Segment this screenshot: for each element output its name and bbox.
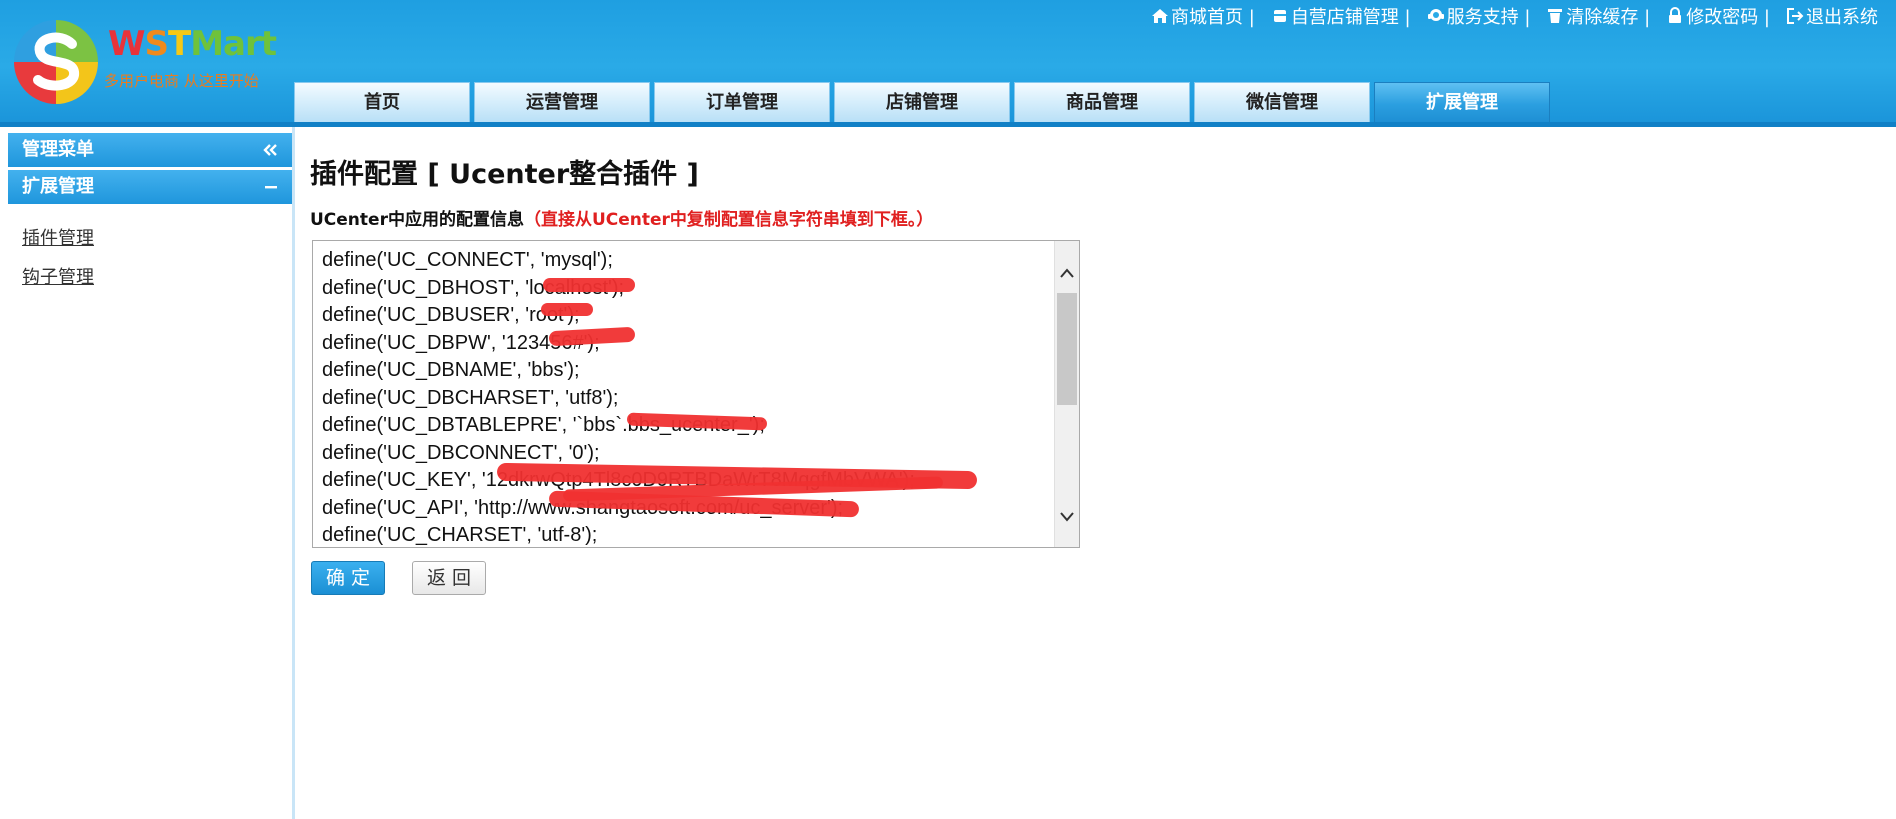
redaction-mark (541, 303, 593, 316)
support-link[interactable]: 服务支持 | (1427, 3, 1530, 29)
tab-extensions[interactable]: 扩展管理 (1374, 82, 1550, 122)
brand-slogan: 多用户电商 从这里开始 (104, 72, 259, 90)
store-icon (1273, 10, 1286, 22)
config-line: define('UC_DBUSER', 'root'); (322, 304, 580, 326)
sidebar-item-plugin-management[interactable]: 插件管理 (22, 224, 94, 250)
home-icon (1152, 9, 1169, 23)
scroll-up-icon[interactable] (1055, 259, 1079, 287)
sidebar: 管理菜单 扩展管理 插件管理 钩子管理 (0, 127, 295, 819)
minus-icon[interactable] (264, 170, 278, 204)
logout-link[interactable]: 退出系统 (1786, 3, 1878, 29)
tab-orders[interactable]: 订单管理 (654, 82, 830, 122)
tab-products[interactable]: 商品管理 (1014, 82, 1190, 122)
tab-operations[interactable]: 运营管理 (474, 82, 650, 122)
back-button[interactable]: 返回 (412, 561, 486, 595)
scrollbar-thumb[interactable] (1057, 293, 1077, 405)
config-line: define('UC_CHARSET', 'utf-8'); (322, 524, 598, 546)
textarea-scrollbar[interactable] (1054, 241, 1079, 547)
config-line: define('UC_DBCONNECT', '0'); (322, 441, 600, 464)
main-nav: 首页 运营管理 订单管理 店铺管理 商品管理 微信管理 扩展管理 (294, 82, 1554, 122)
config-line: define('UC_CONNECT', 'mysql'); (322, 249, 613, 271)
tab-wechat[interactable]: 微信管理 (1194, 82, 1370, 122)
lock-icon (1669, 7, 1682, 23)
tab-stores[interactable]: 店铺管理 (834, 82, 1010, 122)
trash-icon (1548, 9, 1563, 23)
sidebar-menu-title: 管理菜单 (22, 139, 94, 160)
config-line: define('UC_DBNAME', 'bbs'); (322, 359, 580, 381)
home-link[interactable]: 商城首页 | (1151, 3, 1255, 29)
header-bar: WSTMart 多用户电商 从这里开始 商城首页 | 自营店铺管理 | 服务支持… (0, 0, 1896, 122)
page-title: 插件配置 [ Ucenter整合插件 ] (310, 159, 699, 190)
config-label-text: UCenter中应用的配置信息 (310, 210, 524, 230)
sidebar-item-hook-management[interactable]: 钩子管理 (22, 263, 94, 289)
config-hint: （直接从UCenter中复制配置信息字符串填到下框。） (523, 210, 934, 230)
self-store-link[interactable]: 自营店铺管理 | (1271, 3, 1411, 29)
clear-cache-link[interactable]: 清除缓存 | (1546, 3, 1650, 29)
brand-name: WSTMart (108, 24, 277, 64)
redaction-mark (543, 278, 635, 292)
sidebar-section-title: 扩展管理 (22, 176, 94, 197)
top-links: 商城首页 | 自营店铺管理 | 服务支持 | 清除缓存 | 修改密码 | 退出系… (1151, 3, 1878, 29)
logo-icon (14, 20, 98, 104)
scroll-down-icon[interactable] (1055, 503, 1079, 531)
collapse-sidebar-icon[interactable] (262, 133, 278, 167)
config-line: define('UC_DBCHARSET', 'utf8'); (322, 386, 619, 409)
sidebar-section-header[interactable]: 扩展管理 (8, 170, 292, 204)
tab-home[interactable]: 首页 (294, 82, 470, 122)
support-icon (1427, 9, 1444, 21)
config-textarea[interactable]: define('UC_CONNECT', 'mysql'); define('UC… (312, 240, 1080, 548)
change-password-link[interactable]: 修改密码 | (1666, 3, 1770, 29)
config-line: define('UC_DBTABLEPRE', '`bbs`.bbs_ucent… (322, 414, 765, 436)
logout-icon (1787, 8, 1804, 24)
sidebar-menu-header: 管理菜单 (8, 133, 292, 167)
confirm-button[interactable]: 确定 (311, 561, 385, 595)
config-label: UCenter中应用的配置信息（直接从UCenter中复制配置信息字符串填到下框… (310, 205, 933, 230)
